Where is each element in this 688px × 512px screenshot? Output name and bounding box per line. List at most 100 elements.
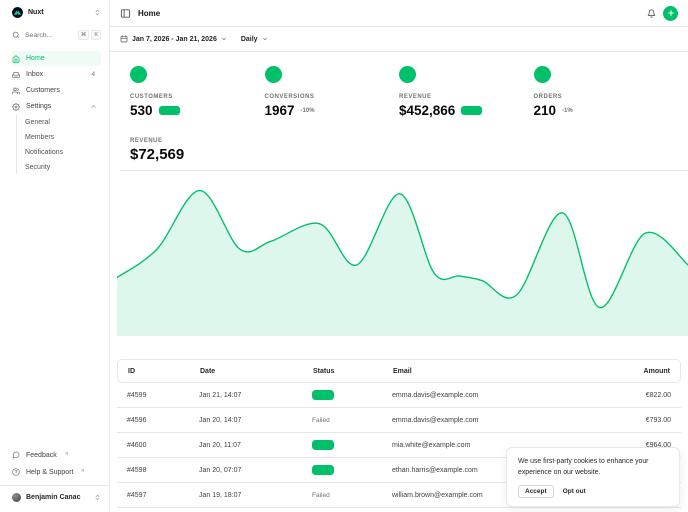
status-failed-label: Failed (312, 416, 330, 424)
status-paid-badge (312, 440, 334, 450)
chart-header: REVENUE $72,569 (120, 124, 688, 171)
sidebar-item-members[interactable]: Members (25, 130, 101, 144)
table-row[interactable]: #4599 Jan 21, 14:07 emma.davis@example.c… (117, 383, 681, 408)
sidebar-item-label: Inbox (26, 71, 44, 79)
stat-label: REVENUE (399, 94, 432, 100)
inbox-count-badge: 4 (91, 71, 95, 79)
stat-icon-dot (399, 66, 416, 83)
cell-status: Failed (312, 492, 392, 499)
filter-toolbar: Jan 7, 2026 - Jan 21, 2026 Daily (110, 27, 688, 52)
sidebar-item-label: Customers (26, 87, 60, 95)
cell-date: Jan 20, 07:07 (199, 466, 242, 474)
notifications-button[interactable] (647, 8, 656, 18)
stats-row: CUSTOMERS 530 CONVERSIONS 1967 -10% REVE… (110, 52, 688, 124)
team-selector[interactable]: Nuxt (12, 7, 101, 18)
sidebar-item-label: Settings (26, 103, 52, 111)
cell-id: #4599 (127, 391, 147, 399)
user-menu[interactable]: Benjamin Canac (12, 491, 101, 508)
stat-delta-badge (461, 106, 483, 115)
sidebar-item-notifications[interactable]: Notifications (25, 145, 101, 159)
footer-link-label: Help & Support (26, 468, 74, 476)
chevron-down-icon (222, 37, 226, 41)
table-row[interactable]: #4596 Jan 20, 14:07 Failed emma.davis@ex… (117, 408, 681, 433)
cell-status (312, 465, 392, 475)
stat-card-customers[interactable]: CUSTOMERS 530 (130, 66, 265, 118)
cell-id: #4596 (127, 416, 147, 424)
stat-card-conversions[interactable]: CONVERSIONS 1967 -10% (264, 66, 400, 118)
page-title: Home (138, 8, 161, 18)
status-failed-label: Failed (312, 491, 330, 499)
app-window: Nuxt Search... ⌘ K Home Inbox 4 Customer… (0, 0, 688, 512)
external-link-icon (81, 468, 85, 472)
users-icon (12, 87, 20, 95)
cookie-message: We use first-party cookies to enhance yo… (518, 458, 649, 476)
stat-value: 210 (533, 103, 557, 118)
kbd-cmd: ⌘ (77, 30, 90, 41)
revenue-area-chart (110, 171, 688, 336)
cell-amount: €793.00 (645, 416, 671, 424)
sidebar: Nuxt Search... ⌘ K Home Inbox 4 Customer… (0, 0, 110, 512)
help-icon (12, 468, 20, 476)
add-button[interactable] (663, 5, 678, 21)
kbd-k: K (91, 30, 101, 41)
sidebar-item-security[interactable]: Security (25, 160, 101, 174)
external-link-icon (64, 451, 68, 455)
date-range-picker[interactable]: Jan 7, 2026 - Jan 21, 2026 (120, 35, 227, 43)
granularity-label: Daily (240, 35, 258, 43)
sidebar-item-inbox[interactable]: Inbox 4 (12, 67, 101, 82)
col-header-amount: Amount (643, 367, 670, 375)
stat-value: $452,866 (399, 103, 456, 118)
sidebar-item-customers[interactable]: Customers (12, 83, 101, 98)
sidebar-item-label: Home (26, 55, 45, 63)
cookie-banner: We use first-party cookies to enhance yo… (506, 447, 680, 507)
search-icon (12, 31, 20, 39)
nuxt-logo-icon (12, 7, 23, 18)
stat-icon-dot (533, 66, 551, 83)
sidebar-item-home[interactable]: Home (12, 51, 101, 67)
stat-delta-text: -1% (562, 107, 573, 114)
sidebar-item-general[interactable]: General (25, 115, 101, 129)
cell-status (312, 440, 392, 450)
search-input[interactable]: Search... ⌘ K (12, 30, 101, 41)
status-paid-badge (312, 390, 334, 400)
chevron-up-down-icon (95, 494, 100, 501)
stat-delta-text: -10% (300, 107, 315, 114)
chart-area-fill (117, 190, 688, 336)
cell-date: Jan 21, 14:07 (199, 391, 242, 399)
bell-icon (647, 8, 656, 18)
help-support-link[interactable]: Help & Support (12, 464, 101, 480)
cell-email: emma.davis@example.com (392, 391, 479, 399)
gear-icon (12, 102, 20, 111)
inbox-icon (12, 71, 20, 78)
stat-icon-dot (264, 66, 282, 83)
cell-email: emma.davis@example.com (392, 416, 479, 424)
top-header: Home (110, 0, 688, 27)
cell-status (312, 390, 392, 400)
feedback-link[interactable]: Feedback (12, 447, 101, 463)
plus-icon (667, 10, 674, 16)
stat-card-revenue[interactable]: REVENUE $452,866 (399, 66, 534, 118)
cell-date: Jan 20, 14:07 (199, 416, 242, 424)
sidebar-nav: Home Inbox 4 Customers Settings General … (12, 51, 101, 175)
stat-icon-dot (130, 66, 147, 83)
user-name: Benjamin Canac (26, 494, 81, 501)
stat-label: CUSTOMERS (130, 94, 173, 100)
chart-total-value: $72,569 (130, 146, 185, 163)
chevron-up-icon (91, 105, 96, 108)
col-header-status: Status (313, 367, 335, 375)
page-content: CUSTOMERS 530 CONVERSIONS 1967 -10% REVE… (110, 52, 688, 512)
search-placeholder: Search... (25, 31, 53, 39)
area-chart-svg (117, 189, 688, 336)
chevron-up-down-icon (95, 9, 100, 16)
cell-date: Jan 20, 11:07 (199, 441, 241, 449)
col-header-date: Date (200, 367, 216, 375)
search-shortcut: ⌘ K (77, 30, 101, 41)
cookie-optout-button[interactable]: Opt out (563, 486, 586, 497)
sidebar-toggle-button[interactable] (120, 8, 131, 19)
granularity-select[interactable]: Daily (241, 36, 268, 43)
cookie-accept-button[interactable]: Accept (518, 485, 554, 498)
sidebar-item-settings[interactable]: Settings (12, 99, 101, 114)
sidebar-footer: Feedback Help & Support Benjamin Canac (0, 447, 109, 512)
stat-card-orders[interactable]: ORDERS 210 -1% (533, 66, 669, 118)
